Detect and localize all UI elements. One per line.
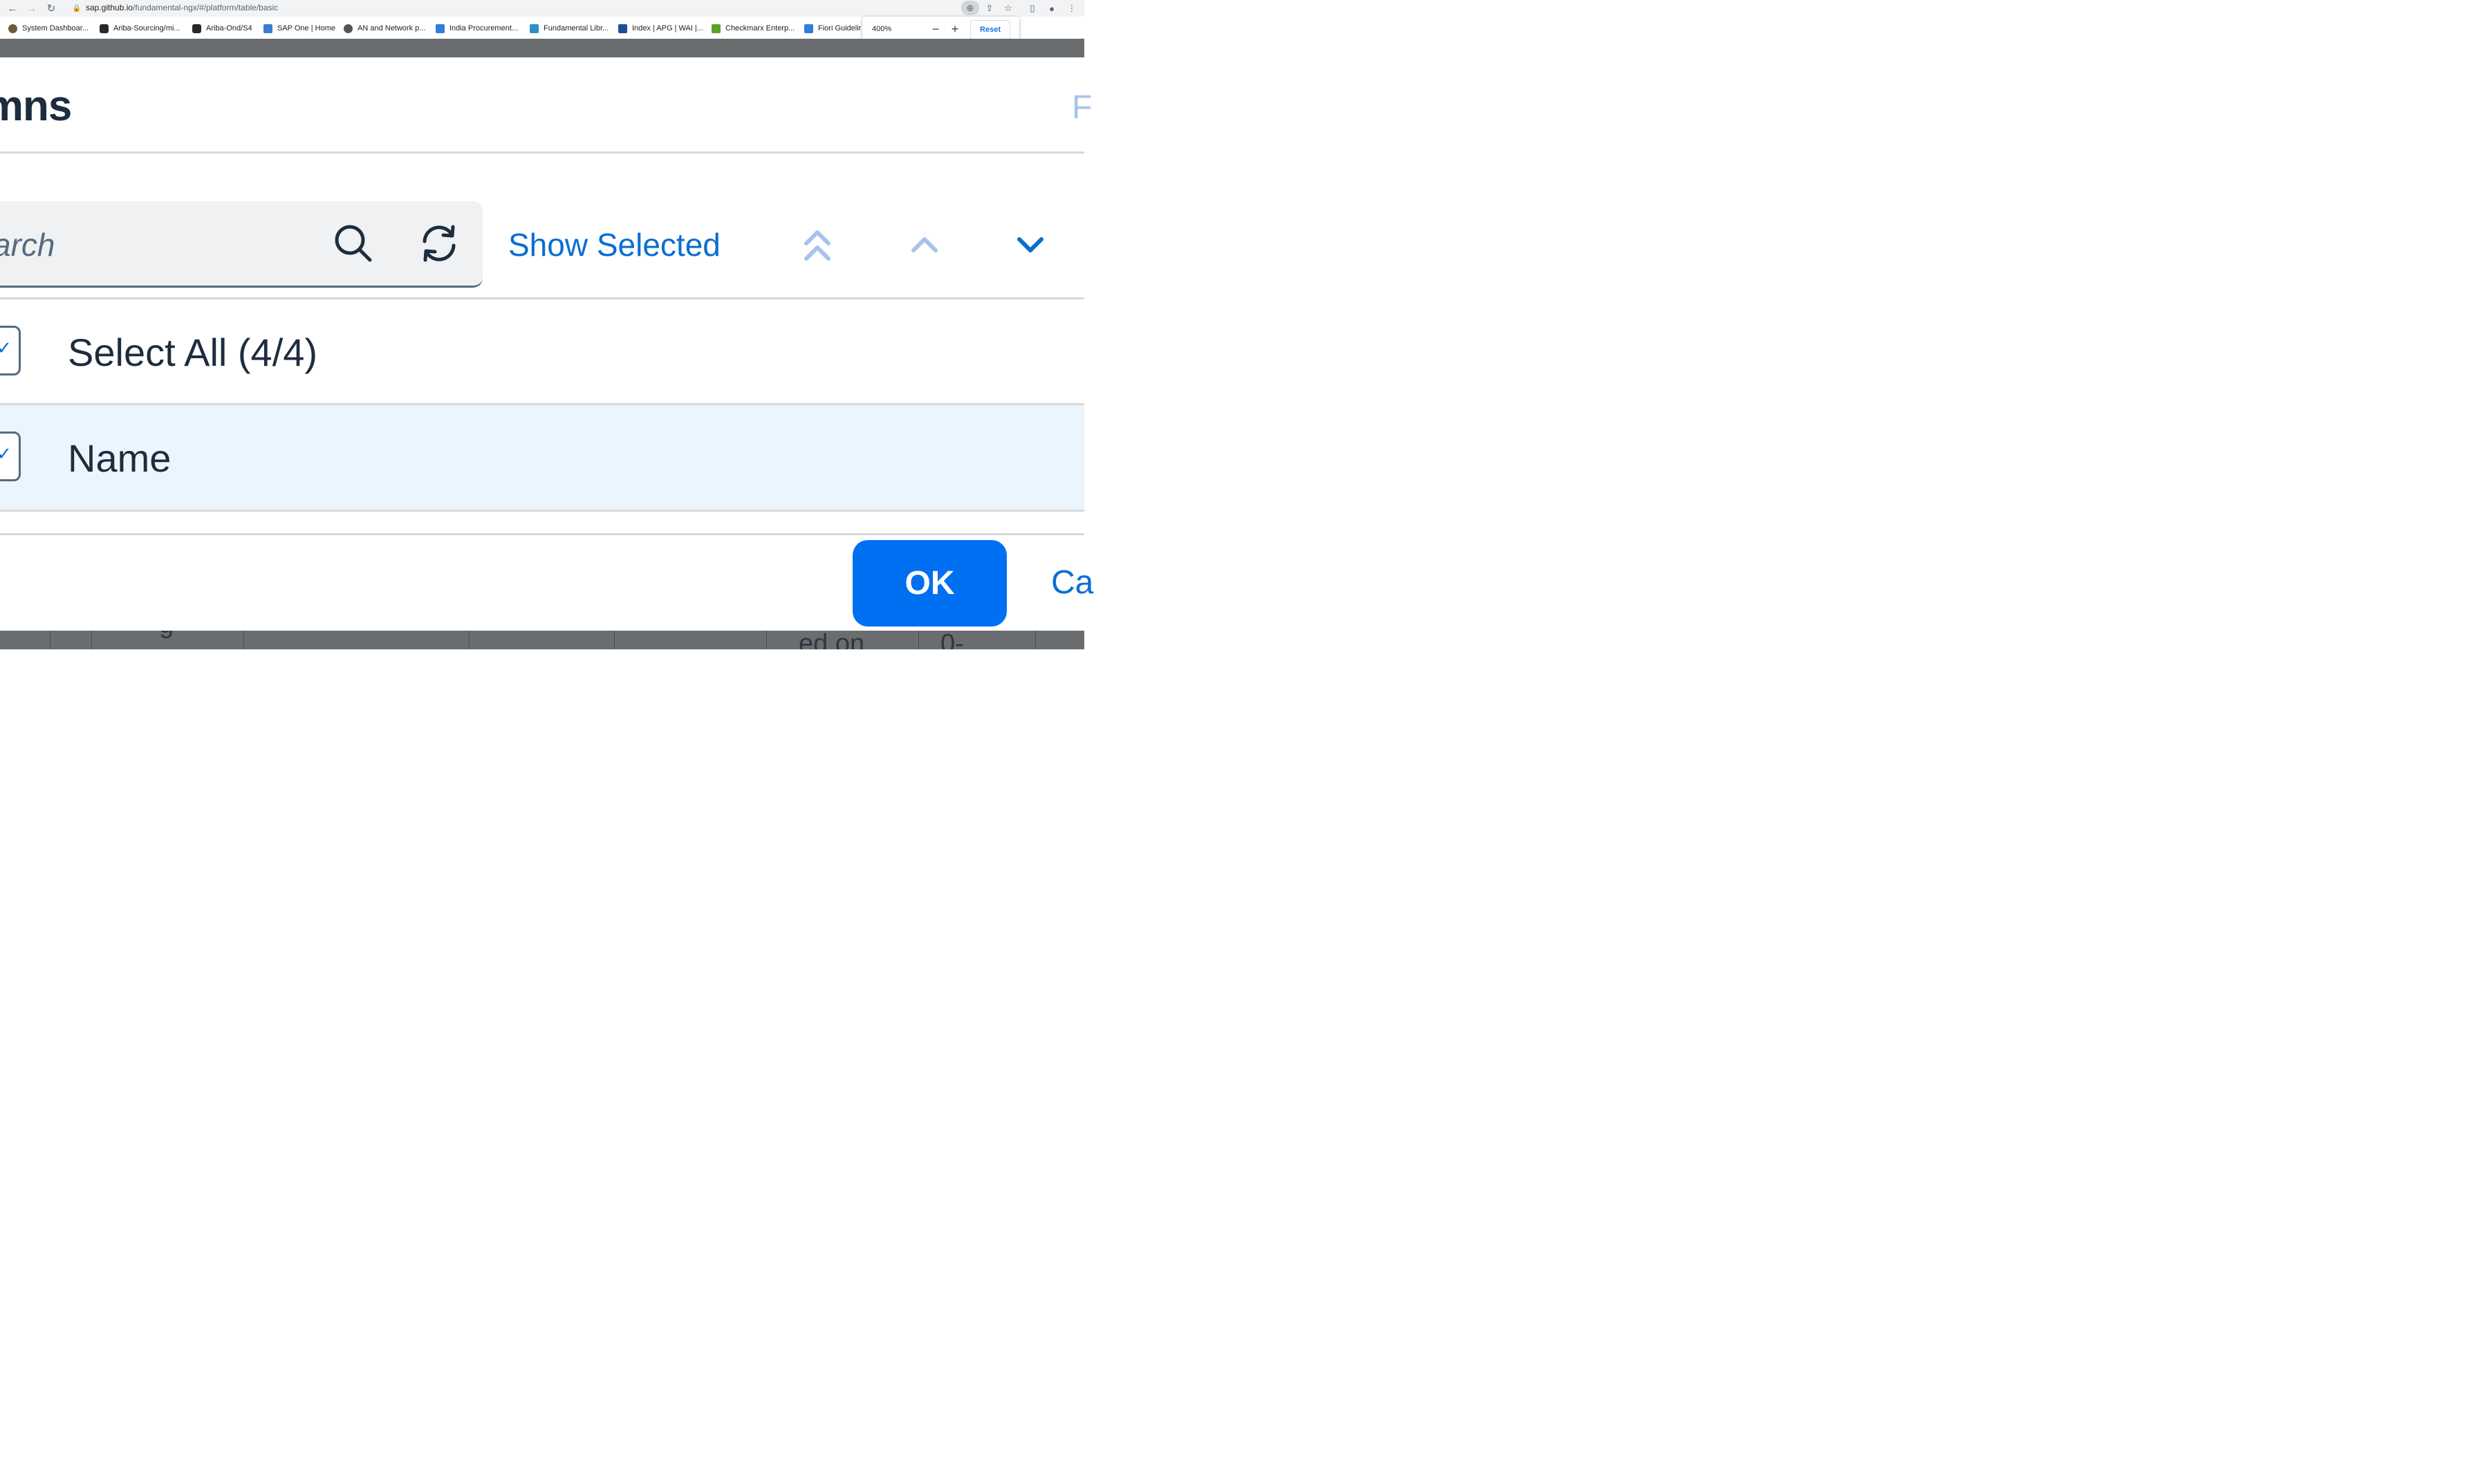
sap-icon [436, 24, 445, 33]
zoom-icon[interactable]: ⊕ [961, 1, 979, 15]
footer-divider [0, 533, 1084, 535]
bg-table-divider [766, 631, 767, 649]
bookmark-item[interactable]: Ariba-Ond/S4 [192, 23, 252, 34]
url-text[interactable]: sap.github.io/fundamental-ngx/#/platform… [86, 3, 278, 12]
ok-button[interactable]: OK [853, 540, 1007, 627]
share-icon[interactable]: ⇪ [983, 1, 996, 15]
bookmark-label: Ariba-Sourcing/mi... [113, 24, 180, 33]
reload-icon[interactable]: ↻ [44, 1, 58, 15]
w3-icon [618, 24, 627, 33]
move-down-icon[interactable] [1016, 235, 1045, 254]
bookmark-item[interactable]: Fundamental Libr... [530, 23, 609, 34]
bookmark-item[interactable]: System Dashboar... [8, 23, 89, 34]
zoom-level: 400% [872, 25, 892, 33]
bookmark-item[interactable]: Checkmarx Enterp... [712, 23, 795, 34]
bookmark-label: AN and Network p... [358, 24, 426, 33]
sap-one-icon [263, 24, 272, 33]
zoom-reset-button[interactable]: Reset [970, 20, 1010, 39]
github-icon [100, 24, 109, 33]
bookmark-item[interactable]: SAP One | Home [263, 23, 335, 34]
modal-overlay-top [0, 39, 1084, 57]
checkmark-icon: ✓ [0, 337, 12, 358]
list-item-label: Name [68, 436, 171, 480]
bookmark-item[interactable]: Fiori Guidelir [804, 23, 861, 34]
bg-table-divider [1035, 631, 1036, 649]
bg-table-divider [243, 631, 244, 649]
bookmark-label: Index | APG | WAI |... [632, 24, 703, 33]
cancel-button[interactable]: Ca [1051, 564, 1093, 602]
bookmark-label: Fundamental Libr... [544, 24, 609, 33]
row-divider [0, 510, 1084, 512]
bookmark-item[interactable]: India Procurement... [436, 23, 518, 34]
menu-icon[interactable]: ⋮ [1065, 1, 1079, 15]
refresh-icon[interactable] [419, 223, 459, 263]
zoom-out-button[interactable]: − [928, 21, 943, 37]
checkmarx-icon [712, 24, 721, 33]
bookmark-label: Checkmarx Enterp... [725, 24, 795, 33]
select-all-label: Select All (4/4) [68, 331, 318, 374]
sap-icon [804, 24, 813, 33]
bookmark-label: Fiori Guidelir [818, 24, 862, 33]
reset-button-fragment[interactable]: F [1072, 89, 1092, 127]
bookmark-label: Ariba-Ond/S4 [206, 24, 252, 33]
bg-table-divider [91, 631, 92, 649]
search-input[interactable]: arch [0, 226, 55, 263]
checkmark-icon: ✓ [0, 443, 12, 464]
bookmark-label: SAP One | Home [277, 24, 335, 33]
url-path: /fundamental-ngx/#/platform/table/basic [133, 3, 279, 12]
search-field[interactable]: arch [0, 201, 483, 288]
forward-icon[interactable]: → [25, 1, 39, 15]
bookmark-label: India Procurement... [449, 24, 519, 33]
back-icon[interactable]: ← [6, 1, 19, 15]
bg-text-fragment: g [159, 631, 174, 640]
move-up-icon[interactable] [910, 235, 939, 254]
fundamental-icon [530, 24, 539, 33]
github-icon [192, 24, 201, 33]
bg-table-divider [614, 631, 615, 649]
name-checkbox[interactable]: ✓ [0, 432, 21, 481]
bg-table-divider [469, 631, 470, 649]
ariba-icon [8, 24, 17, 33]
select-all-checkbox[interactable]: ✓ [0, 326, 21, 375]
side-panel-icon[interactable]: ▯ [1026, 1, 1039, 15]
bookmark-item[interactable]: AN and Network p... [344, 23, 425, 34]
bg-text-fragment: ed on [799, 631, 865, 649]
bg-text-fragment: 0- [940, 631, 964, 649]
url-host: sap.github.io [86, 3, 133, 12]
dialog-title: umns [0, 82, 72, 130]
header-divider [0, 151, 1084, 154]
move-to-top-icon[interactable] [802, 228, 833, 264]
bg-table-divider [918, 631, 919, 649]
zoom-in-button[interactable]: + [947, 21, 963, 37]
modal-overlay-bottom: g ed on 0- [0, 631, 1084, 649]
globe-icon [344, 24, 353, 33]
star-icon[interactable]: ☆ [1001, 1, 1015, 15]
list-item[interactable]: ✓ Name [0, 405, 1084, 510]
lock-icon: 🔒 [72, 4, 82, 12]
bookmark-item[interactable]: Ariba-Sourcing/mi... [100, 23, 180, 34]
bookmark-label: System Dashboar... [22, 24, 89, 33]
search-icon[interactable] [333, 223, 373, 263]
browser-toolbar: ← → ↻ 🔒 sap.github.io/fundamental-ngx/#/… [0, 0, 1084, 17]
select-all-row[interactable]: ✓ Select All (4/4) [0, 299, 1084, 403]
bookmark-item[interactable]: Index | APG | WAI |... [618, 23, 703, 34]
show-selected-button[interactable]: Show Selected [508, 226, 721, 263]
profile-icon[interactable]: ● [1045, 1, 1059, 15]
